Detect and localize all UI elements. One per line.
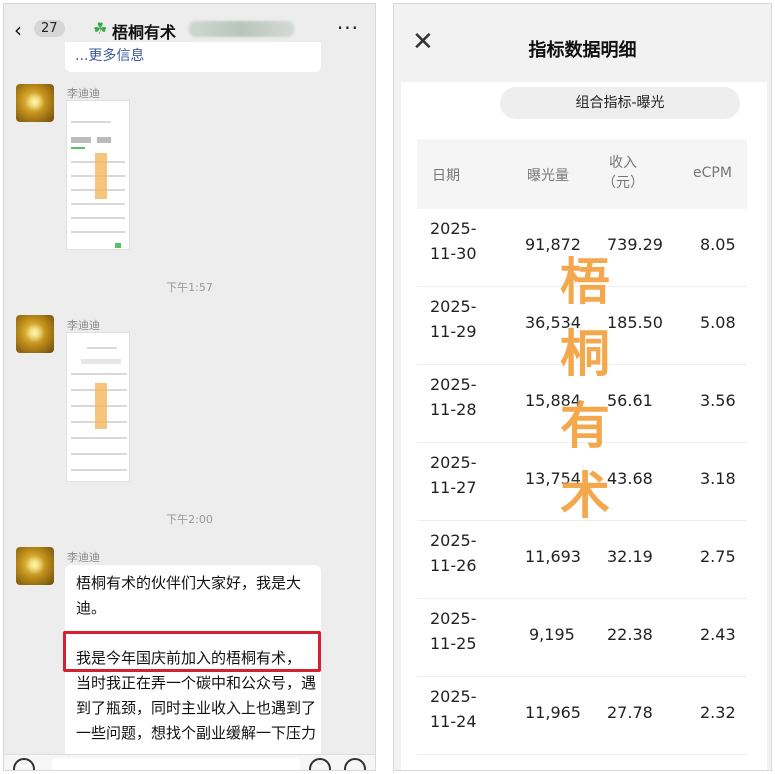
sender-name: 李迪迪	[67, 551, 100, 564]
cell-revenue: 32.19	[607, 547, 653, 566]
cell-ecpm: 8.05	[700, 235, 736, 254]
cell-ecpm: 2.43	[700, 625, 736, 644]
table-row: 2025- 11-26 11,693 32.19 2.75	[417, 521, 747, 599]
message-paragraph: 梧桐有术的伙伴们大家好，我是大迪。	[76, 574, 302, 617]
message-paragraph: 当时我正在弄一个碳中和公众号，遇到了瓶颈，同时主业收入上也遇到了一些问题，想找个…	[76, 674, 317, 742]
chat-panel: ‹ 27 ☘ 梧桐有术 ··· ...更多信息 李迪迪 下午1:57 李迪迪 下…	[3, 3, 376, 771]
voice-icon[interactable]	[13, 758, 35, 770]
cell-ecpm: 2.75	[700, 547, 736, 566]
unread-count-badge[interactable]: 27	[34, 20, 65, 37]
watermark-char: 术	[560, 467, 610, 525]
table-row: 2025- 11-24 11,965 27.78 2.32	[417, 677, 747, 755]
timestamp: 下午2:00	[166, 513, 213, 526]
detail-header: ✕ 指标数据明细	[394, 4, 771, 82]
metric-filter-pill[interactable]: 组合指标-曝光	[500, 87, 740, 119]
cell-exposure: 9,195	[529, 625, 575, 644]
clover-icon: ☘	[93, 19, 108, 38]
chat-input-bar	[4, 754, 375, 770]
table-header: 日期 曝光量 收入 （元） eCPM	[417, 139, 747, 209]
emoji-icon[interactable]	[309, 758, 331, 770]
cell-date: 2025- 11-24	[430, 687, 477, 731]
watermark-char: 梧	[560, 253, 610, 311]
metrics-detail-panel: ✕ 指标数据明细 组合指标-曝光 日期 曝光量 收入 （元） eCPM 2025…	[393, 3, 772, 771]
sender-name: 李迪迪	[67, 87, 100, 100]
detail-title: 指标数据明细	[528, 40, 637, 61]
header-revenue: 收入 （元）	[602, 155, 644, 191]
cell-ecpm: 2.32	[700, 703, 736, 722]
cell-ecpm: 3.56	[700, 391, 736, 410]
chat-title: 梧桐有术	[112, 23, 177, 42]
cell-date: 2025- 11-29	[430, 297, 477, 341]
previous-message-bubble[interactable]: ...更多信息	[65, 42, 321, 72]
message-input[interactable]	[52, 758, 300, 770]
timestamp: 下午1:57	[166, 281, 213, 294]
back-icon[interactable]: ‹	[14, 18, 22, 42]
watermark-char: 桐	[560, 325, 610, 383]
screenshot-root: ‹ 27 ☘ 梧桐有术 ··· ...更多信息 李迪迪 下午1:57 李迪迪 下…	[0, 0, 775, 774]
cell-exposure: 11,693	[525, 547, 581, 566]
cell-ecpm: 3.18	[700, 469, 736, 488]
image-message-thumbnail[interactable]	[66, 100, 130, 250]
cell-date: 2025- 11-28	[430, 375, 477, 419]
header-date: 日期	[432, 168, 460, 184]
image-message-thumbnail[interactable]	[66, 332, 130, 482]
cell-date: 2025- 11-25	[430, 609, 477, 653]
sender-name: 李迪迪	[67, 319, 100, 332]
avatar[interactable]	[16, 315, 54, 353]
cell-date: 2025- 11-27	[430, 453, 477, 497]
blurred-subtitle	[189, 21, 294, 37]
header-exposure: 曝光量	[527, 168, 569, 184]
cell-exposure: 11,965	[525, 703, 581, 722]
avatar[interactable]	[16, 84, 54, 122]
cell-revenue: 27.78	[607, 703, 653, 722]
plus-icon[interactable]	[344, 758, 366, 770]
detail-body: 组合指标-曝光 日期 曝光量 收入 （元） eCPM 2025- 11-30 9…	[401, 82, 767, 770]
highlight-box	[63, 631, 321, 672]
more-info-link[interactable]: ...更多信息	[75, 45, 144, 65]
table-row: 2025- 11-25 9,195 22.38 2.43	[417, 599, 747, 677]
watermark-char: 有	[560, 397, 610, 455]
avatar[interactable]	[16, 547, 54, 585]
more-options-icon[interactable]: ···	[337, 16, 359, 40]
cell-revenue: 22.38	[607, 625, 653, 644]
cell-date: 2025- 11-30	[430, 219, 477, 263]
cell-ecpm: 5.08	[700, 313, 736, 332]
cell-date: 2025- 11-26	[430, 531, 477, 575]
header-ecpm: eCPM	[693, 165, 732, 181]
